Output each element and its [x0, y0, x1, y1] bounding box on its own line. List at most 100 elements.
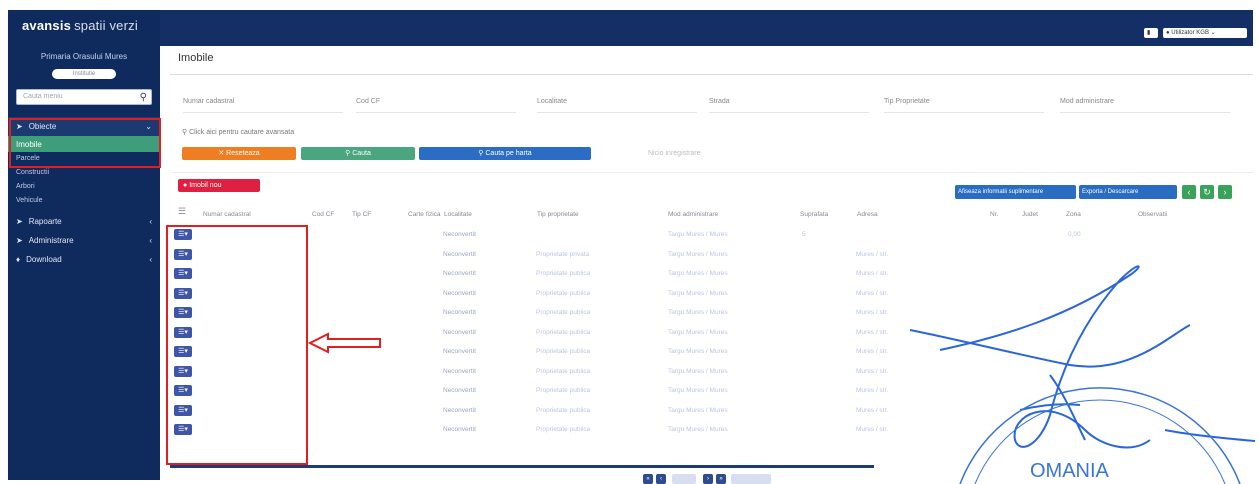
- cell-localitate: Targu Mures / Mures: [668, 309, 728, 316]
- cell-carte-fizica: Neconvertit: [443, 406, 476, 414]
- cell-carte-fizica: Neconvertit: [443, 348, 476, 355]
- next-icon[interactable]: ›: [1218, 185, 1232, 199]
- last-page-button[interactable]: »: [716, 474, 726, 484]
- results-hint: Nicio inregistrare: [648, 150, 701, 157]
- search-icon[interactable]: ⚲: [140, 92, 147, 103]
- export-button[interactable]: Exporta / Descarcare: [1079, 185, 1177, 199]
- refresh-icon[interactable]: ↻: [1200, 185, 1214, 199]
- organization-name: Primaria Orasului Mures: [40, 52, 128, 61]
- cell-localitate: Targu Mures / Mures: [668, 406, 728, 414]
- cell-adresa: Mures / str.: [856, 250, 889, 258]
- prev-icon[interactable]: ‹: [1182, 185, 1196, 199]
- cell-carte-fizica: Neconvertit: [443, 231, 476, 238]
- sidebar-item-rapoarte[interactable]: ➤ Rapoarte ‹: [8, 212, 160, 231]
- cell-carte-fizica: Neconvertit: [443, 309, 476, 316]
- sidebar-item-arbori[interactable]: Arbori: [8, 180, 160, 194]
- cell-tip-proprietate: Proprietate publica: [536, 348, 591, 355]
- cell-carte-fizica: Neconvertit: [443, 387, 476, 394]
- col-cod-cf[interactable]: Cod CF: [312, 211, 334, 218]
- cell-tip-proprietate: Proprietate publica: [536, 426, 591, 433]
- chevron-left-icon: ‹: [149, 255, 152, 264]
- signature-and-stamp: OMANIA: [909, 265, 1256, 484]
- sidebar-item-constructii[interactable]: Constructii: [8, 166, 160, 180]
- notification-icon[interactable]: ▮: [1144, 28, 1158, 38]
- cell-suprafata: 5: [802, 231, 806, 238]
- col-mod-administrare[interactable]: Mod administrare: [668, 211, 718, 218]
- brand-logo[interactable]: avansis spatii verzi: [8, 10, 160, 44]
- user-icon: ●: [1166, 30, 1170, 36]
- first-page-button[interactable]: «: [643, 474, 653, 484]
- page-title: Imobile: [178, 52, 214, 64]
- report-icon: ➤: [16, 217, 23, 226]
- stamp-text: OMANIA: [1030, 460, 1110, 482]
- cell-tip-proprietate: Proprietate privata: [536, 250, 590, 258]
- prev-page-button[interactable]: ‹: [656, 474, 666, 484]
- sidebar-search-input[interactable]: Cauta meniu ⚲: [16, 89, 152, 105]
- cell-localitate: Targu Mures / Mures: [668, 426, 728, 433]
- cell-adresa: Mures / str.: [856, 270, 889, 277]
- new-imobil-button[interactable]: ● Imobil nou: [178, 179, 260, 192]
- col-observatii[interactable]: Observatii: [1138, 211, 1167, 218]
- cell-adresa: Mures / str.: [856, 348, 889, 355]
- col-nr[interactable]: Nr.: [990, 211, 998, 218]
- cell-adresa: Mures / str.: [856, 367, 889, 375]
- chevron-left-icon: ‹: [149, 236, 152, 245]
- col-localitate[interactable]: Localitate: [444, 211, 472, 218]
- cell-tip-proprietate: Proprietate publica: [536, 387, 591, 394]
- col-carte-fizica[interactable]: Carte fizica: [408, 211, 441, 218]
- sidebar-item-download[interactable]: ♦ Download ‹: [8, 250, 160, 269]
- arrow-annotation: [308, 332, 381, 354]
- page-size-select[interactable]: [731, 474, 771, 484]
- filter-tip-proprietate[interactable]: Tip Proprietate: [884, 98, 930, 105]
- col-suprafata[interactable]: Suprafata: [800, 211, 828, 218]
- highlight-box-menu: [9, 118, 161, 168]
- filter-localitate[interactable]: Localitate: [537, 98, 567, 105]
- divider: [170, 74, 1253, 75]
- filter-underline: [183, 112, 343, 113]
- search-button[interactable]: ⚲ Cauta: [301, 147, 415, 160]
- column-menu-icon[interactable]: ☰: [178, 206, 186, 217]
- filter-mod-administrare[interactable]: Mod administrare: [1060, 98, 1114, 105]
- col-adresa[interactable]: Adresa: [857, 211, 878, 218]
- filter-underline: [709, 112, 869, 113]
- col-judet[interactable]: Judet: [1022, 211, 1038, 218]
- cell-nr: 0,00: [1068, 231, 1081, 238]
- col-tip-cf[interactable]: Tip CF: [352, 211, 371, 218]
- cell-localitate: Targu Mures / Mures: [668, 387, 728, 394]
- download-icon: ♦: [16, 255, 21, 264]
- filter-underline: [356, 112, 516, 113]
- cell-localitate: Targu Mures / Mures: [668, 250, 728, 258]
- col-numar-cadastral[interactable]: Numar cadastral: [203, 211, 251, 218]
- sidebar-item-vehicule[interactable]: Vehicule: [8, 194, 160, 208]
- cell-adresa: Mures / str.: [856, 328, 889, 336]
- table-scrollbar[interactable]: [170, 465, 874, 468]
- cell-carte-fizica: Neconvertit: [443, 426, 476, 433]
- cell-tip-proprietate: Proprietate publica: [536, 270, 591, 277]
- filter-underline: [884, 112, 1044, 113]
- search-icon: ⚲: [182, 129, 188, 136]
- cell-carte-fizica: Neconvertit: [443, 270, 476, 277]
- next-page-button[interactable]: ›: [703, 474, 713, 484]
- cell-localitate: Targu Mures / Mures: [668, 328, 728, 336]
- institution-pill: Institutie: [52, 69, 116, 79]
- filter-cod-cf[interactable]: Cod CF: [356, 98, 380, 105]
- advanced-search-link[interactable]: ⚲ Click aici pentru cautare avansata: [182, 128, 294, 136]
- col-tip-proprietate[interactable]: Tip proprietate: [537, 211, 579, 218]
- user-menu-button[interactable]: ● Utilizator KGB ⌄: [1163, 28, 1247, 38]
- cell-localitate: Targu Mures / Mures: [668, 270, 728, 277]
- top-bar: ▮ ● Utilizator KGB ⌄: [160, 10, 1253, 46]
- show-info-button[interactable]: Afiseaza informatii suplimentare: [955, 185, 1076, 199]
- col-zona[interactable]: Zona: [1066, 211, 1081, 218]
- sidebar: avansis spatii verzi Primaria Orasului Mu…: [8, 10, 160, 480]
- filter-numar-cadastral[interactable]: Numar cadastral: [183, 98, 234, 105]
- reset-button[interactable]: ✕ Reseteaza: [182, 147, 296, 160]
- cell-tip-proprietate: Proprietate publica: [536, 328, 591, 336]
- filter-strada[interactable]: Strada: [709, 98, 730, 105]
- filter-underline: [1060, 112, 1230, 113]
- page-number[interactable]: [672, 474, 696, 484]
- sidebar-item-administrare[interactable]: ➤ Administrare ‹: [8, 231, 160, 250]
- cell-carte-fizica: Neconvertit: [443, 328, 476, 336]
- cell-adresa: Mures / str.: [856, 309, 889, 316]
- map-search-button[interactable]: ⚲ Cauta pe harta: [419, 147, 591, 160]
- cell-tip-proprietate: Proprietate publica: [536, 309, 591, 316]
